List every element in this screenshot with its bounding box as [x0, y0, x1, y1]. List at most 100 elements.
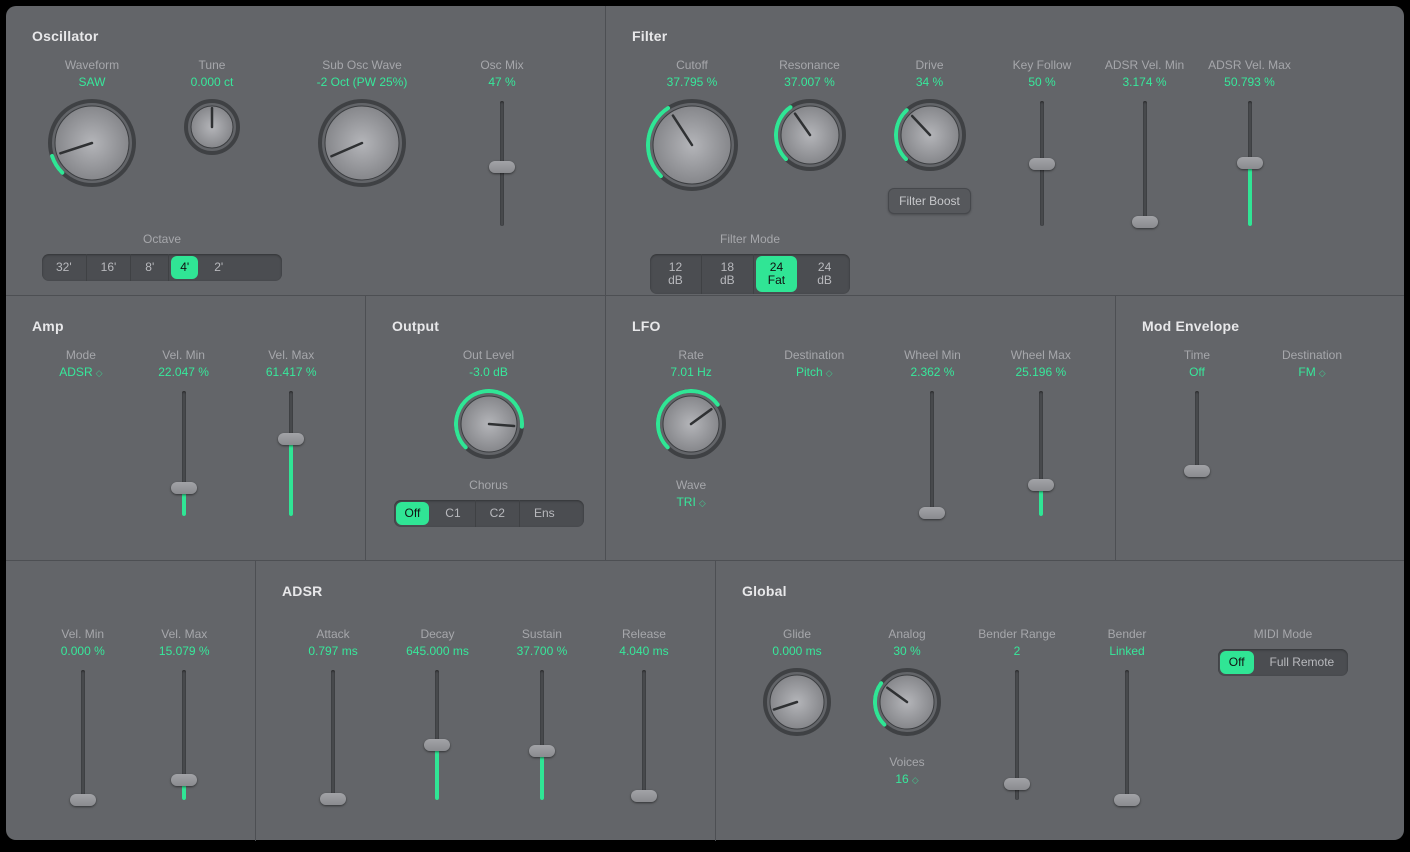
tune-control: Tune 0.000 ct — [152, 58, 272, 226]
oscmix-slider[interactable] — [493, 101, 511, 226]
resonance-knob[interactable] — [774, 99, 846, 176]
oscmix-label: Osc Mix — [480, 58, 523, 72]
tune-knob[interactable] — [184, 99, 240, 160]
adsr-velmin-value[interactable]: 3.174 % — [1122, 75, 1166, 89]
modenv-dest-label: Destination — [1282, 348, 1342, 362]
adsr-title: ADSR — [282, 583, 695, 599]
modenv-time-control: Time Off — [1142, 348, 1252, 471]
segment-option[interactable]: 24 dB — [799, 254, 850, 294]
benderrange-value[interactable]: 2 — [1014, 644, 1021, 658]
decay-value[interactable]: 645.000 ms — [406, 644, 469, 658]
wheelmin-label: Wheel Min — [904, 348, 961, 362]
outlevel-control: Out Level -3.0 dB — [394, 348, 584, 464]
segment-option[interactable]: 8' — [131, 254, 169, 281]
amp-velmin-slider[interactable] — [175, 391, 193, 516]
segment-option[interactable]: C2 — [476, 500, 520, 527]
sustain-value[interactable]: 37.700 % — [517, 644, 568, 658]
benderrange-slider[interactable] — [1008, 670, 1026, 800]
glide-knob[interactable] — [763, 668, 831, 741]
wheelmax-slider[interactable] — [1032, 391, 1050, 516]
analog-knob[interactable] — [873, 668, 941, 741]
wheelmin-slider[interactable] — [923, 391, 941, 516]
lfo-wave-value[interactable]: TRI◇ — [676, 495, 705, 509]
release-slider[interactable] — [635, 670, 653, 800]
segment-option[interactable]: Full Remote — [1256, 649, 1349, 676]
segment-option[interactable]: 12 dB — [650, 254, 702, 294]
segment-option[interactable]: 32' — [42, 254, 87, 281]
adsr-section: ADSR Attack 0.797 ms Decay 645.000 ms Su… — [256, 561, 716, 841]
amp-title: Amp — [32, 318, 345, 334]
amp-velmax-slider[interactable] — [282, 391, 300, 516]
sustain-slider[interactable] — [533, 670, 551, 800]
adsr-velmin-slider[interactable] — [1136, 101, 1154, 226]
modenv-time-value[interactable]: Off — [1189, 365, 1205, 379]
outlevel-knob[interactable] — [454, 389, 524, 464]
tune-value[interactable]: 0.000 ct — [191, 75, 234, 89]
analog-value[interactable]: 30 % — [893, 644, 920, 658]
decay-slider[interactable] — [428, 670, 446, 800]
segment-option[interactable]: 4' — [171, 256, 198, 279]
amp-mode-value[interactable]: ADSR◇ — [59, 365, 102, 379]
bender-slider[interactable] — [1118, 670, 1136, 800]
drive-value[interactable]: 34 % — [916, 75, 943, 89]
subosc-value[interactable]: -2 Oct (PW 25%) — [317, 75, 408, 89]
chorus-segment[interactable]: OffC1C2Ens — [394, 500, 584, 527]
segment-option[interactable]: 2' — [200, 254, 237, 281]
modvel-min-slider[interactable] — [74, 670, 92, 800]
chorus-label: Chorus — [392, 478, 585, 492]
modvel-max-value[interactable]: 15.079 % — [159, 644, 210, 658]
modvel-min-control: Vel. Min 0.000 % — [32, 627, 134, 800]
filter-boost-button[interactable]: Filter Boost — [888, 188, 971, 214]
analog-control: Analog 30 % Voices 16◇ — [852, 627, 962, 800]
filtermode-segment[interactable]: 12 dB18 dB24Fat24 dB — [650, 254, 850, 294]
adsr-velmin-label: ADSR Vel. Min — [1105, 58, 1184, 72]
wheelmax-value[interactable]: 25.196 % — [1015, 365, 1066, 379]
keyfollow-value[interactable]: 50 % — [1028, 75, 1055, 89]
lfo-rate-knob[interactable] — [656, 389, 726, 464]
lfo-rate-value[interactable]: 7.01 Hz — [670, 365, 711, 379]
resonance-value[interactable]: 37.007 % — [784, 75, 835, 89]
voices-value[interactable]: 16◇ — [895, 772, 918, 786]
segment-option[interactable]: Ens — [520, 500, 569, 527]
adsr-velmax-slider[interactable] — [1241, 101, 1259, 226]
global-title: Global — [742, 583, 1384, 599]
octave-segment[interactable]: 32'16'8'4'2' — [42, 254, 282, 281]
bender-value[interactable]: Linked — [1109, 644, 1144, 658]
cutoff-knob[interactable] — [646, 99, 738, 196]
subosc-knob[interactable] — [318, 99, 406, 192]
drive-knob[interactable] — [894, 99, 966, 176]
waveform-value[interactable]: SAW — [79, 75, 106, 89]
release-label: Release — [622, 627, 666, 641]
segment-option[interactable]: 24Fat — [756, 256, 797, 292]
midimode-control: MIDI Mode OffFull Remote — [1182, 627, 1384, 800]
glide-value[interactable]: 0.000 ms — [772, 644, 821, 658]
modvel-min-value[interactable]: 0.000 % — [61, 644, 105, 658]
outlevel-value[interactable]: -3.0 dB — [469, 365, 508, 379]
segment-option[interactable]: 16' — [87, 254, 132, 281]
lfo-section: LFO Rate 7.01 Hz Wave TRI◇ Destination P… — [606, 296, 1116, 560]
waveform-knob[interactable] — [48, 99, 136, 192]
cutoff-value[interactable]: 37.795 % — [667, 75, 718, 89]
attack-value[interactable]: 0.797 ms — [308, 644, 357, 658]
segment-option[interactable]: Off — [396, 502, 430, 525]
sustain-label: Sustain — [522, 627, 562, 641]
adsr-velmax-value[interactable]: 50.793 % — [1224, 75, 1275, 89]
segment-option[interactable]: Off — [1220, 651, 1254, 674]
modenv-time-slider[interactable] — [1188, 391, 1206, 471]
wheelmin-value[interactable]: 2.362 % — [910, 365, 954, 379]
keyfollow-slider[interactable] — [1033, 101, 1051, 226]
oscmix-value[interactable]: 47 % — [488, 75, 515, 89]
modvel-max-slider[interactable] — [175, 670, 193, 800]
adsr-velmax-label: ADSR Vel. Max — [1208, 58, 1291, 72]
filter-title: Filter — [632, 28, 1384, 44]
attack-label: Attack — [316, 627, 349, 641]
segment-option[interactable]: C1 — [431, 500, 475, 527]
amp-velmax-value[interactable]: 61.417 % — [266, 365, 317, 379]
lfo-dest-value[interactable]: Pitch◇ — [796, 365, 833, 379]
amp-velmin-value[interactable]: 22.047 % — [158, 365, 209, 379]
release-value[interactable]: 4.040 ms — [619, 644, 668, 658]
modenv-dest-value[interactable]: FM◇ — [1298, 365, 1325, 379]
attack-slider[interactable] — [324, 670, 342, 800]
midimode-segment[interactable]: OffFull Remote — [1218, 649, 1348, 676]
segment-option[interactable]: 18 dB — [702, 254, 754, 294]
